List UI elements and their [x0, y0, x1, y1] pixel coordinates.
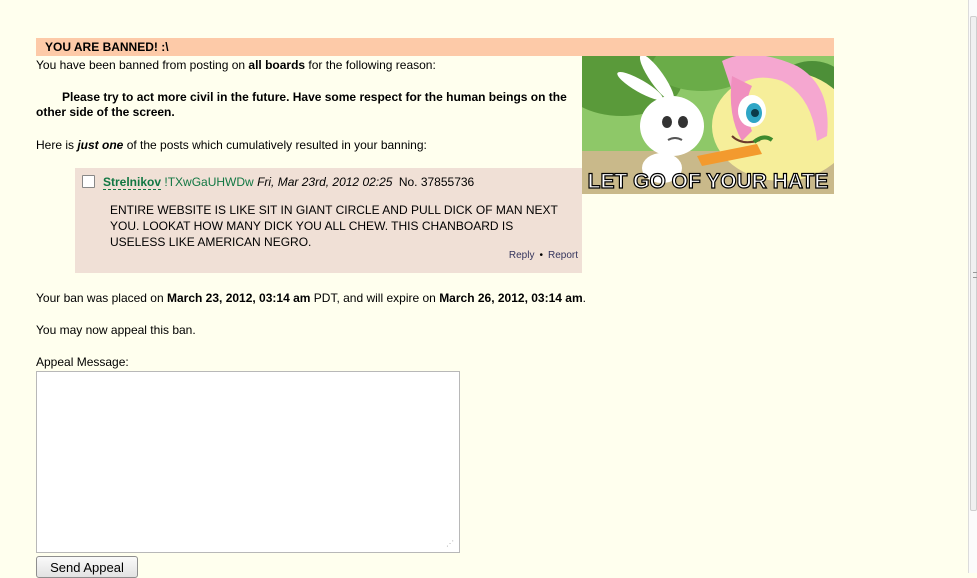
- post-info: Strelnikov !TXwGaUHWDw Fri, Mar 23rd, 20…: [103, 175, 474, 190]
- ban-intro-tail: for the following reason:: [305, 58, 436, 72]
- post-tripcode: !TXwGaUHWDw: [164, 175, 254, 189]
- ban-expire-text: , and will expire on: [336, 291, 440, 305]
- ban-intro: You have been banned from posting on all…: [36, 58, 436, 72]
- appeal-notice: You may now appeal this ban.: [36, 323, 196, 337]
- pony-bunny-image: LET GO OF YOUR HATE: [582, 56, 834, 194]
- appeal-message-input[interactable]: [36, 371, 460, 553]
- scrollbar-grip-icon: [973, 272, 977, 278]
- appeal-label: Appeal Message:: [36, 355, 129, 369]
- resize-grip-icon[interactable]: ⋰: [446, 539, 456, 549]
- image-caption: LET GO OF YOUR HATE: [588, 170, 829, 193]
- ban-box: YOU ARE BANNED! :\ LET GO OF YOUR HATE Y…: [36, 38, 834, 578]
- post-number[interactable]: No. 37855736: [399, 175, 474, 189]
- reply-link[interactable]: Reply: [509, 250, 535, 261]
- send-appeal-button[interactable]: Send Appeal: [36, 556, 138, 578]
- offending-post: Strelnikov !TXwGaUHWDw Fri, Mar 23rd, 20…: [75, 168, 582, 273]
- report-link[interactable]: Report: [548, 250, 578, 261]
- post-links: Reply • Report: [509, 250, 578, 261]
- ban-timezone: PDT: [310, 291, 337, 305]
- ban-placed-text: Your ban was placed on: [36, 291, 167, 305]
- posts-intro: Here is just one of the posts which cumu…: [36, 138, 427, 152]
- ban-image: LET GO OF YOUR HATE: [582, 56, 834, 194]
- ban-expire-tail: .: [582, 291, 586, 305]
- post-author-name[interactable]: Strelnikov: [103, 175, 162, 190]
- scrollbar-thumb[interactable]: [970, 16, 977, 511]
- ban-expire-date: March 26, 2012, 03:14 am: [439, 291, 583, 305]
- link-separator: •: [539, 250, 543, 261]
- ban-intro-text: You have been banned from posting on: [36, 58, 249, 72]
- ban-reason: Please try to act more civil in the futu…: [36, 90, 567, 119]
- ban-header: YOU ARE BANNED! :\: [36, 38, 834, 56]
- post-date: Fri, Mar 23rd, 2012 02:25: [257, 175, 393, 189]
- ban-placed-date: March 23, 2012, 03:14 am: [167, 291, 311, 305]
- ban-dates: Your ban was placed on March 23, 2012, 0…: [36, 291, 586, 305]
- post-select-checkbox[interactable]: [82, 175, 95, 188]
- post-body: ENTIRE WEBSITE IS LIKE SIT IN GIANT CIRC…: [110, 203, 558, 249]
- posts-intro-tail: of the posts which cumulatively resulted…: [123, 138, 427, 152]
- vertical-scrollbar[interactable]: [968, 0, 977, 573]
- ban-scope: all boards: [248, 58, 306, 72]
- posts-intro-text: Here is: [36, 138, 78, 152]
- posts-intro-emphasis: just one: [77, 138, 124, 152]
